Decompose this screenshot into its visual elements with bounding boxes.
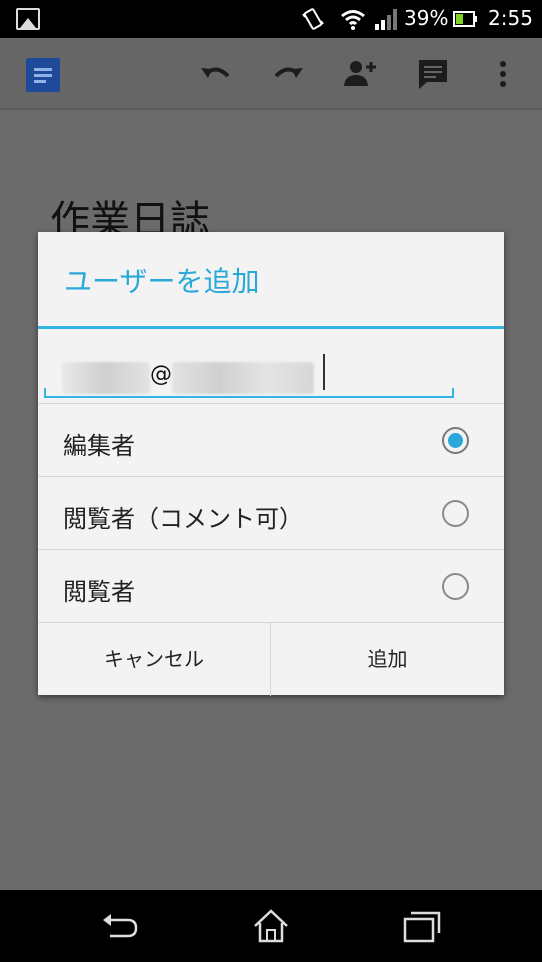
text-cursor — [323, 354, 325, 390]
option-viewer[interactable]: 閲覧者 — [38, 549, 504, 622]
undo-icon[interactable] — [198, 56, 234, 92]
email-at-sign: @ — [150, 362, 172, 387]
add-user-dialog: ユーザーを追加 @ 編集者 閲覧者（コメント可） 閲覧者 キャンセル 追加 — [38, 232, 504, 696]
battery-percent: 39% — [404, 6, 449, 30]
docs-logo-icon[interactable] — [26, 58, 60, 92]
radio-selected-icon[interactable] — [442, 427, 469, 454]
home-icon[interactable] — [251, 908, 291, 944]
option-label: 編集者 — [63, 432, 135, 460]
add-person-icon[interactable] — [342, 56, 378, 92]
dialog-title: ユーザーを追加 — [64, 265, 260, 298]
recents-icon[interactable] — [402, 908, 442, 944]
battery-icon — [453, 11, 477, 27]
dialog-title-divider — [38, 326, 504, 329]
toolbar — [0, 38, 542, 110]
wifi-icon — [341, 10, 365, 30]
email-input[interactable]: @ — [44, 352, 454, 398]
signal-icon — [375, 9, 397, 30]
navigation-bar — [0, 890, 542, 962]
option-commenter[interactable]: 閲覧者（コメント可） — [38, 476, 504, 549]
status-bar: 39% 2:55 — [0, 0, 542, 38]
comment-icon[interactable] — [415, 56, 451, 92]
gallery-notification-icon — [16, 8, 40, 30]
cancel-button[interactable]: キャンセル — [38, 623, 271, 696]
clock: 2:55 — [488, 6, 533, 30]
back-icon[interactable] — [100, 908, 140, 944]
redacted-email-domain — [172, 362, 314, 394]
option-label: 閲覧者（コメント可） — [63, 505, 303, 533]
input-underline-left-tick — [44, 388, 46, 396]
redo-icon[interactable] — [270, 56, 306, 92]
overflow-menu-icon[interactable] — [488, 56, 518, 92]
option-editor[interactable]: 編集者 — [38, 403, 504, 476]
dialog-button-row: キャンセル 追加 — [38, 622, 504, 696]
input-underline-right-tick — [452, 388, 454, 396]
add-button[interactable]: 追加 — [271, 623, 504, 696]
redacted-email-user — [62, 362, 150, 394]
radio-unselected-icon[interactable] — [442, 500, 469, 527]
option-label: 閲覧者 — [63, 578, 135, 606]
radio-unselected-icon[interactable] — [442, 573, 469, 600]
vibrate-icon — [302, 8, 324, 30]
